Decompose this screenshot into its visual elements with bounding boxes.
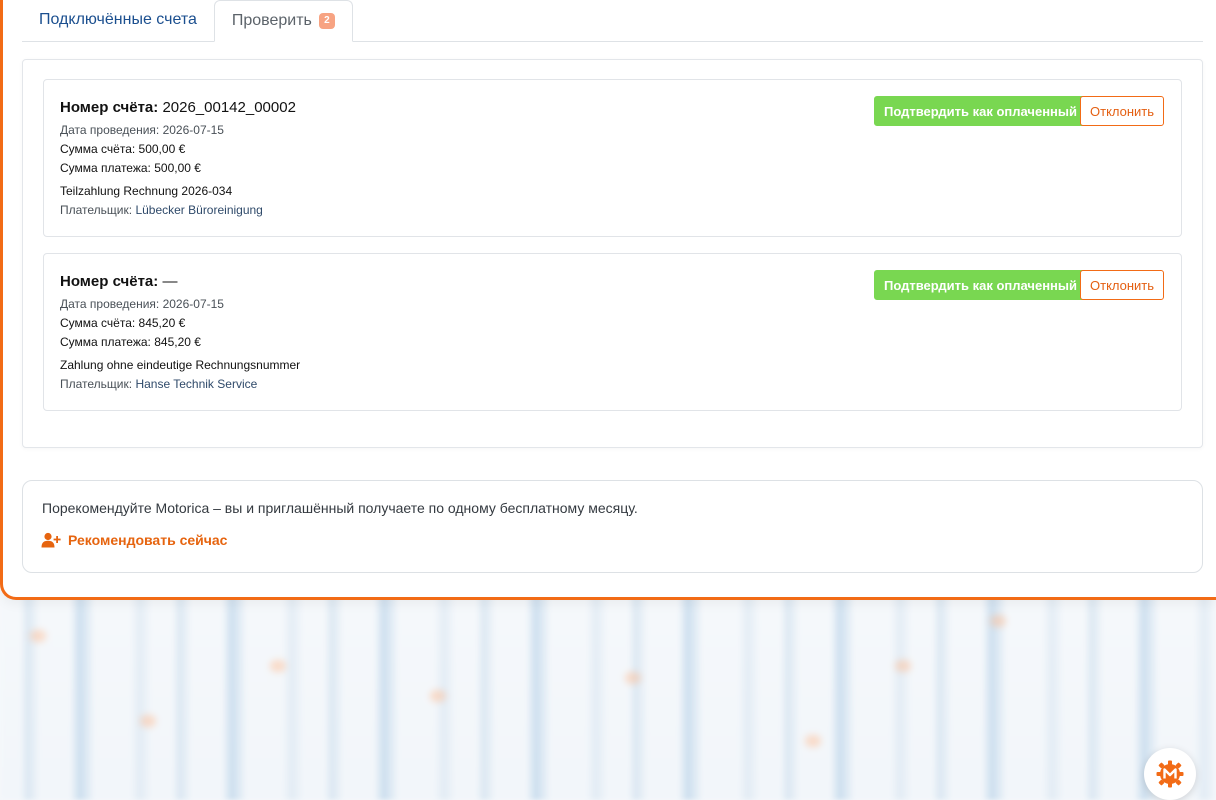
- payer-label: Плательщик:: [60, 203, 133, 217]
- payment-card: Номер счёта: 2026_00142_00002 Дата прове…: [43, 79, 1182, 237]
- payment-amount: Сумма платежа: 845,20 €: [60, 335, 201, 349]
- confirm-paid-button[interactable]: Подтвердить как оплаченный: [874, 270, 1088, 300]
- payment-amount: Сумма платежа: 500,00 €: [60, 161, 201, 175]
- referral-text: Порекомендуйте Motorica – вы и приглашён…: [42, 500, 638, 516]
- invoice-number-value: 2026_00142_00002: [162, 99, 296, 116]
- main-panel: Подключённые счета Проверить 2 Номер счё…: [0, 0, 1216, 600]
- review-tab-content: Номер счёта: 2026_00142_00002 Дата прове…: [22, 59, 1203, 448]
- recommend-now-label: Рекомендовать сейчас: [68, 532, 228, 548]
- invoice-number-value: —: [162, 273, 178, 290]
- reject-button[interactable]: Отклонить: [1080, 96, 1165, 126]
- payer-name: Lübecker Büroreinigung: [135, 203, 263, 217]
- count-badge: 2: [318, 13, 335, 29]
- tab-label: Подключённые счета: [39, 11, 197, 28]
- tab-label: Проверить: [231, 12, 312, 29]
- invoice-amount: Сумма счёта: 500,00 €: [60, 142, 186, 156]
- reject-button[interactable]: Отклонить: [1080, 270, 1165, 300]
- booking-date: Дата проведения: 2026-07-15: [60, 297, 224, 311]
- payer: Плательщик: Lübecker Büroreinigung: [60, 203, 263, 217]
- payment-reference: Teilzahlung Rechnung 2026-034: [60, 184, 233, 198]
- motorica-assistant-button[interactable]: [1144, 748, 1196, 800]
- payment-card: Номер счёта: — Дата проведения: 2026-07-…: [43, 253, 1182, 411]
- referral-box: Порекомендуйте Motorica – вы и приглашён…: [22, 480, 1203, 573]
- invoice-amount: Сумма счёта: 845,20 €: [60, 316, 186, 330]
- recommend-now-link[interactable]: Рекомендовать сейчас: [41, 532, 227, 548]
- tab-bar: Подключённые счета Проверить 2: [22, 0, 1203, 42]
- booking-date: Дата проведения: 2026-07-15: [60, 123, 224, 137]
- invoice-number: Номер счёта: 2026_00142_00002: [60, 99, 296, 116]
- payer-name: Hanse Technik Service: [135, 377, 258, 391]
- tab-connected-accounts[interactable]: Подключённые счета: [22, 0, 214, 41]
- confirm-paid-button[interactable]: Подтвердить как оплаченный: [874, 96, 1088, 126]
- payer: Плательщик: Hanse Technik Service: [60, 377, 257, 391]
- payment-reference: Zahlung ohne eindeutige Rechnungsnummer: [60, 358, 301, 372]
- motorica-logo-icon: [1156, 760, 1184, 788]
- invoice-number-label: Номер счёта:: [60, 99, 159, 116]
- payer-label: Плательщик:: [60, 377, 133, 391]
- tab-review[interactable]: Проверить 2: [213, 0, 353, 42]
- user-plus-icon: [41, 532, 61, 548]
- invoice-number-label: Номер счёта:: [60, 273, 159, 290]
- invoice-number: Номер счёта: —: [60, 273, 177, 290]
